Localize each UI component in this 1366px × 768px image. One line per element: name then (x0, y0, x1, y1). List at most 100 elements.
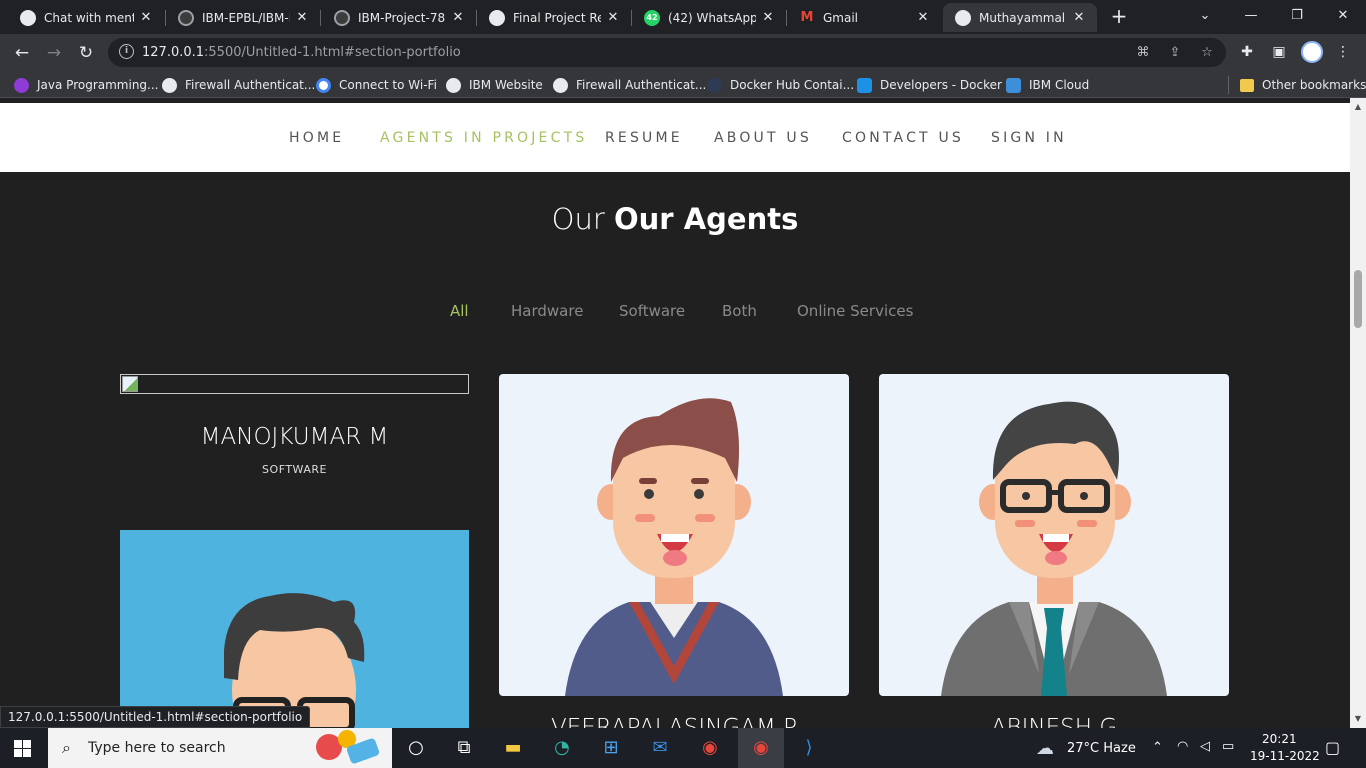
github-icon (334, 9, 350, 26)
tab-search-chevron-icon[interactable]: ⌄ (1182, 0, 1228, 32)
chrome-profile-icon[interactable]: ◉ (748, 736, 774, 760)
tab-muthayammal[interactable]: Muthayammal St ✕ (943, 3, 1097, 32)
filter-both[interactable]: Both (722, 302, 757, 320)
tab-title: Gmail (823, 10, 859, 25)
tab-title: Final Project Rep (513, 10, 601, 25)
bookmark-item[interactable]: Firewall Authenticat... (162, 76, 315, 94)
forward-arrow-icon[interactable]: → (40, 39, 68, 67)
bookmark-item[interactable]: Docker Hub Contai... (707, 76, 854, 94)
reload-icon[interactable]: ↻ (72, 39, 100, 67)
store-icon[interactable]: ⊞ (598, 736, 624, 760)
gmail-icon: M (800, 10, 814, 25)
battery-icon[interactable]: ▭ (1222, 739, 1234, 754)
back-arrow-icon[interactable]: ← (8, 39, 36, 67)
close-tab-icon[interactable]: ✕ (294, 10, 310, 25)
tab-title: (42) WhatsApp (668, 10, 756, 25)
file-explorer-icon[interactable]: ▬ (500, 736, 526, 760)
vscode-icon[interactable]: ⟩ (796, 736, 822, 760)
link-status-bubble: 127.0.0.1:5500/Untitled-1.html#section-p… (0, 706, 311, 728)
address-url[interactable]: 127.0.0.1:5500/Untitled-1.html#section-p… (142, 45, 461, 60)
notifications-icon[interactable]: ▢ (1325, 738, 1340, 757)
tray-chevron-icon[interactable]: ⌃ (1152, 740, 1163, 755)
new-tab-button[interactable]: + (1108, 6, 1130, 28)
nav-resume[interactable]: RESUME (605, 130, 683, 146)
nav-about-us[interactable]: ABOUT US (714, 130, 812, 146)
task-view-icon[interactable]: ⧉ (451, 736, 477, 760)
bookmark-item[interactable]: Developers - Docker (857, 76, 1002, 94)
search-placeholder: Type here to search (88, 740, 226, 756)
other-bookmarks[interactable]: Other bookmarks (1240, 76, 1366, 94)
nav-agents-in-projects[interactable]: AGENTS IN PROJECTS (380, 130, 587, 146)
clock-date[interactable]: 19-11-2022 (1250, 749, 1320, 763)
restore-icon[interactable]: ❐ (1274, 0, 1320, 32)
close-window-icon[interactable]: ✕ (1320, 0, 1366, 32)
tab-ibm-epbl[interactable]: IBM-EPBL/IBM-P ✕ (166, 3, 320, 32)
close-tab-icon[interactable]: ✕ (605, 10, 621, 25)
translate-icon[interactable]: ⌘ (1134, 44, 1152, 62)
boy-avatar-illustration (499, 374, 849, 696)
bookmark-item[interactable]: Firewall Authenticat... (553, 76, 706, 94)
broken-image (120, 374, 469, 394)
speaker-icon[interactable]: ◁ (1200, 739, 1210, 754)
globe-icon (553, 77, 568, 93)
tab-gmail[interactable]: M Gmail ✕ (787, 3, 941, 32)
scroll-down-icon[interactable]: ▼ (1350, 714, 1366, 723)
tab-title: Chat with mentor (44, 10, 134, 25)
tab-whatsapp[interactable]: 42 (42) WhatsApp ✕ (632, 3, 786, 32)
bookmark-star-icon[interactable]: ☆ (1198, 44, 1216, 62)
glasses-avatar-illustration (120, 530, 469, 728)
page-scrollbar[interactable]: ▲ ▼ (1350, 98, 1366, 728)
agent-role: SOFTWARE (262, 463, 327, 476)
agent-avatar-card[interactable] (120, 530, 469, 728)
nav-contact-us[interactable]: CONTACT US (842, 130, 964, 146)
tab-chat-with-mentor[interactable]: Chat with mentor ✕ (8, 3, 164, 32)
bookmark-item[interactable]: IBM Cloud (1006, 76, 1089, 94)
close-tab-icon[interactable]: ✕ (1071, 10, 1087, 25)
tab-ibm-project[interactable]: IBM-Project-7897 ✕ (322, 3, 476, 32)
agent-avatar-card[interactable] (879, 374, 1229, 696)
close-tab-icon[interactable]: ✕ (138, 10, 154, 25)
profile-avatar[interactable] (1301, 41, 1323, 63)
filter-all[interactable]: All (450, 302, 469, 320)
docker-whale-icon (857, 77, 872, 93)
nav-home[interactable]: HOME (289, 130, 344, 146)
filter-online-services[interactable]: Online Services (797, 302, 913, 320)
clock-time[interactable]: 20:21 (1262, 732, 1297, 746)
side-panel-icon[interactable]: ▣ (1269, 42, 1289, 62)
mail-icon[interactable]: ✉ (647, 736, 673, 760)
bookmark-item[interactable]: IBM Website (446, 76, 543, 94)
globe-icon (20, 9, 36, 26)
bookmark-item[interactable]: Connect to Wi-Fi (316, 76, 437, 94)
bookmark-item[interactable]: Java Programming... (14, 76, 158, 94)
tab-final-project-report[interactable]: Final Project Rep ✕ (477, 3, 631, 32)
docker-hub-icon (707, 77, 722, 93)
site-info-icon[interactable]: i (119, 44, 134, 59)
scrollbar-thumb[interactable] (1354, 270, 1362, 328)
menu-kebab-icon[interactable]: ⋮ (1333, 42, 1353, 62)
agent-name: MANOJKUMAR M (200, 424, 389, 450)
weather-icon[interactable]: ☁ (1036, 738, 1054, 759)
cortana-icon[interactable]: ○ (403, 736, 429, 760)
windows-start-icon[interactable] (14, 740, 31, 757)
wifi-icon[interactable]: ◠ (1177, 739, 1188, 754)
weather-text[interactable]: 27°C Haze (1067, 741, 1136, 756)
share-icon[interactable]: ⇪ (1166, 44, 1184, 62)
filter-software[interactable]: Software (619, 302, 685, 320)
scroll-up-icon[interactable]: ▲ (1350, 102, 1366, 111)
browser-tab-strip: Chat with mentor ✕ IBM-EPBL/IBM-P ✕ IBM-… (0, 0, 1366, 34)
taskbar-search-input[interactable]: ⌕ Type here to search (48, 728, 392, 768)
close-tab-icon[interactable]: ✕ (915, 10, 931, 25)
close-tab-icon[interactable]: ✕ (760, 10, 776, 25)
edge-icon[interactable]: ◔ (549, 736, 575, 760)
filter-hardware[interactable]: Hardware (511, 302, 583, 320)
chrome-icon[interactable]: ◉ (697, 736, 723, 760)
globe-icon (955, 9, 971, 26)
minimize-icon[interactable]: — (1228, 0, 1274, 32)
windows-taskbar: ⌕ Type here to search ○ ⧉ ▬ ◔ ⊞ ✉ ◉ ◉ ⟩ … (0, 728, 1366, 768)
close-tab-icon[interactable]: ✕ (450, 10, 466, 25)
tab-title: IBM-Project-7897 (358, 10, 446, 25)
nav-sign-in[interactable]: SIGN IN (991, 130, 1067, 146)
address-bar[interactable]: i 127.0.0.1:5500/Untitled-1.html#section… (108, 38, 1226, 67)
extensions-puzzle-icon[interactable]: ✚ (1237, 42, 1257, 62)
agent-avatar-card[interactable] (499, 374, 849, 696)
